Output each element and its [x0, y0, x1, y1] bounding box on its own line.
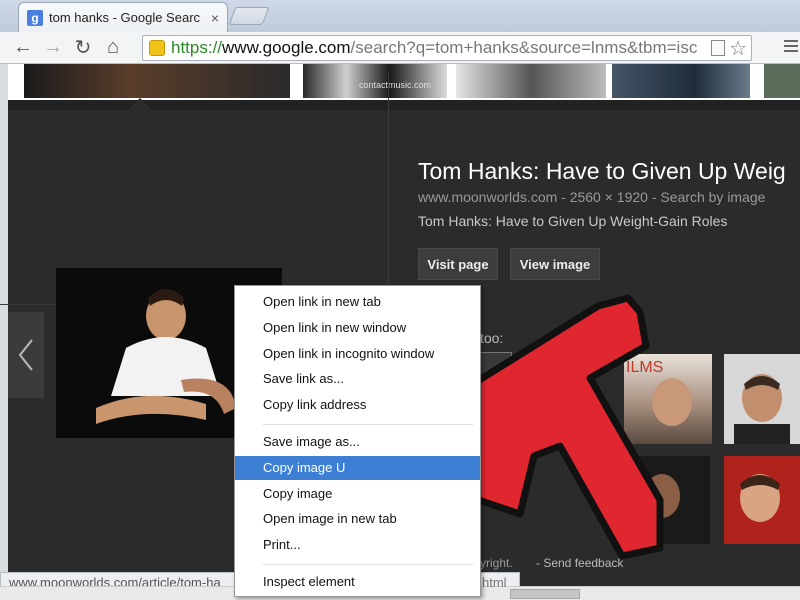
chevron-left-icon [18, 339, 33, 371]
view-image-button[interactable]: View image [510, 248, 600, 280]
previous-image-button[interactable] [8, 312, 44, 398]
result-thumbnail[interactable]: contactmusic.com [303, 64, 447, 98]
url-scheme: https:// [171, 38, 223, 57]
menu-separator [263, 424, 473, 425]
menu-item-open-image-new-tab[interactable]: Open image in new tab [235, 507, 480, 531]
menu-item-save-link-as[interactable]: Save link as... [235, 367, 480, 391]
menu-item-open-link-new-tab[interactable]: Open link in new tab [235, 290, 480, 314]
menu-item-open-link-new-window[interactable]: Open link in new window [235, 316, 480, 340]
browser-tab[interactable]: g tom hanks - Google Searc × [18, 2, 228, 32]
new-tab-button[interactable] [228, 7, 270, 25]
menu-item-print[interactable]: Print... [235, 533, 480, 557]
menu-item-save-image-as[interactable]: Save image as... [235, 430, 480, 454]
address-bar[interactable]: https://www.google.com/search?q=tom+hank… [142, 35, 752, 61]
back-arrow-icon[interactable]: ← [8, 33, 38, 63]
image-subtitle: Tom Hanks: Have to Given Up Weight-Gain … [418, 213, 728, 229]
menu-item-copy-image[interactable]: Copy image [235, 482, 480, 506]
result-thumbnail[interactable] [456, 64, 606, 98]
menu-item-inspect-element[interactable]: Inspect element [235, 570, 480, 594]
close-tab-icon[interactable]: × [211, 10, 219, 26]
thumbnail-watermark: contactmusic.com [359, 80, 432, 90]
home-icon[interactable]: ⌂ [98, 33, 128, 63]
related-image[interactable] [724, 354, 800, 444]
result-thumbnail[interactable] [24, 64, 290, 98]
forward-arrow-icon[interactable]: → [38, 33, 68, 63]
image-results-row: contactmusic.com [8, 64, 800, 100]
image-title[interactable]: Tom Hanks: Have to Given Up Weig [418, 158, 786, 185]
selection-pointer [128, 98, 152, 110]
bookmark-star-icon[interactable]: ☆ [729, 36, 747, 61]
title-bar: g tom hanks - Google Searc × [0, 0, 800, 32]
related-image[interactable]: ILMS [624, 354, 712, 444]
menu-item-copy-image-url[interactable]: Copy image U [235, 456, 480, 480]
svg-text:ILMS: ILMS [626, 359, 663, 376]
scrollbar-thumb[interactable] [510, 589, 580, 599]
url-path: /search?q=tom+hanks&source=lnms&tbm=isc [350, 38, 698, 57]
send-feedback-link[interactable]: - Send feedback [536, 556, 623, 570]
image-meta[interactable]: www.moonworlds.com - 2560 × 1920 - Searc… [418, 189, 765, 205]
related-images-label: too: [480, 330, 504, 346]
security-lock-icon[interactable] [149, 40, 165, 56]
related-image[interactable] [480, 352, 512, 442]
reload-icon[interactable]: ↻ [68, 33, 98, 63]
url-host: www.google.com [222, 38, 351, 57]
menu-separator [263, 564, 473, 565]
footer-copyright[interactable]: yright. [480, 556, 513, 570]
google-favicon-icon: g [27, 9, 43, 26]
menu-item-open-link-incognito[interactable]: Open link in incognito window [235, 342, 480, 366]
related-image[interactable] [612, 456, 710, 544]
related-image[interactable] [724, 456, 800, 544]
tab-title: tom hanks - Google Searc [49, 10, 201, 25]
page-action-icon[interactable] [711, 40, 726, 56]
address-url[interactable]: https://www.google.com/search?q=tom+hank… [171, 38, 707, 58]
context-menu: Open link in new tab Open link in new wi… [234, 285, 481, 597]
visit-page-button[interactable]: Visit page [418, 248, 498, 280]
navigation-toolbar: ← → ↻ ⌂ https://www.google.com/search?q=… [0, 32, 800, 64]
chrome-menu-icon[interactable] [784, 40, 798, 54]
result-thumbnail[interactable] [612, 64, 750, 98]
menu-item-copy-link-address[interactable]: Copy link address [235, 393, 480, 417]
status-url-tail: html [482, 575, 507, 590]
result-thumbnail[interactable] [764, 64, 800, 98]
